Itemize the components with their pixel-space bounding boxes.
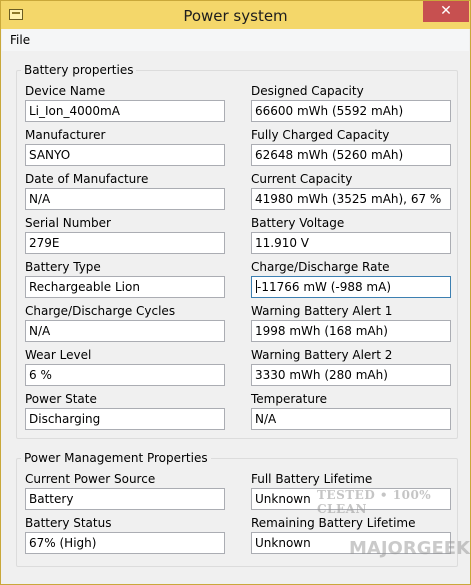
voltage-field[interactable]: 11.910 V	[251, 232, 451, 254]
date-of-manufacture-field[interactable]: N/A	[25, 188, 225, 210]
current-capacity-label: Current Capacity	[251, 172, 353, 186]
battery-status-label: Battery Status	[25, 516, 112, 530]
battery-properties-legend: Battery properties	[24, 63, 134, 77]
app-window: Power system ✕ File Battery properties D…	[0, 0, 471, 585]
wear-level-label: Wear Level	[25, 348, 92, 362]
manufacturer-label: Manufacturer	[25, 128, 106, 142]
watermark-tested-text: TESTED • 100% CLEAN	[317, 488, 432, 516]
watermark-brand-text: MAJORGEEKS	[349, 538, 471, 559]
full-capacity-field[interactable]: 62648 mWh (5260 mAh)	[251, 144, 451, 166]
battery-type-label: Battery Type	[25, 260, 101, 274]
power-source-label: Current Power Source	[25, 472, 156, 486]
temperature-field[interactable]: N/A	[251, 408, 451, 430]
cycles-label: Charge/Discharge Cycles	[25, 304, 176, 318]
manufacturer-field[interactable]: SANYO	[25, 144, 225, 166]
rate-label: Charge/Discharge Rate	[251, 260, 390, 274]
cycles-field[interactable]: N/A	[25, 320, 225, 342]
alert2-field[interactable]: 3330 mWh (280 mAh)	[251, 364, 451, 386]
device-name-label: Device Name	[25, 84, 106, 98]
alert1-label: Warning Battery Alert 1	[251, 304, 393, 318]
full-lifetime-label: Full Battery Lifetime	[251, 472, 373, 486]
current-capacity-field[interactable]: 41980 mWh (3525 mAh), 67 %	[251, 188, 451, 210]
menu-bar: File	[2, 29, 469, 52]
designed-capacity-field[interactable]: 66600 mWh (5592 mAh)	[251, 100, 451, 122]
power-state-label: Power State	[25, 392, 97, 406]
close-button[interactable]: ✕	[423, 1, 469, 22]
device-name-field[interactable]: Li_Ion_4000mA	[25, 100, 225, 122]
wear-level-field[interactable]: 6 %	[25, 364, 225, 386]
window-title: Power system	[183, 7, 288, 25]
alert2-label: Warning Battery Alert 2	[251, 348, 393, 362]
power-source-field[interactable]: Battery	[25, 488, 225, 510]
full-capacity-label: Fully Charged Capacity	[251, 128, 390, 142]
voltage-label: Battery Voltage	[251, 216, 345, 230]
designed-capacity-label: Designed Capacity	[251, 84, 364, 98]
battery-type-field[interactable]: Rechargeable Lion	[25, 276, 225, 298]
serial-number-label: Serial Number	[25, 216, 111, 230]
serial-number-field[interactable]: 279E	[25, 232, 225, 254]
power-management-legend: Power Management Properties	[24, 451, 208, 465]
rate-field[interactable]: -11766 mW (-988 mA)	[251, 276, 451, 298]
alert1-field[interactable]: 1998 mWh (168 mAh)	[251, 320, 451, 342]
power-state-field[interactable]: Discharging	[25, 408, 225, 430]
title-bar[interactable]: Power system ✕	[1, 1, 470, 29]
battery-status-field[interactable]: 67% (High)	[25, 532, 225, 554]
rate-value: -11766 mW (-988 mA)	[257, 280, 391, 294]
menu-file[interactable]: File	[10, 33, 30, 47]
temperature-label: Temperature	[251, 392, 328, 406]
majorgeeks-watermark: TESTED • 100% CLEAN MAJORGEEKS	[309, 488, 471, 568]
date-of-manufacture-label: Date of Manufacture	[25, 172, 149, 186]
